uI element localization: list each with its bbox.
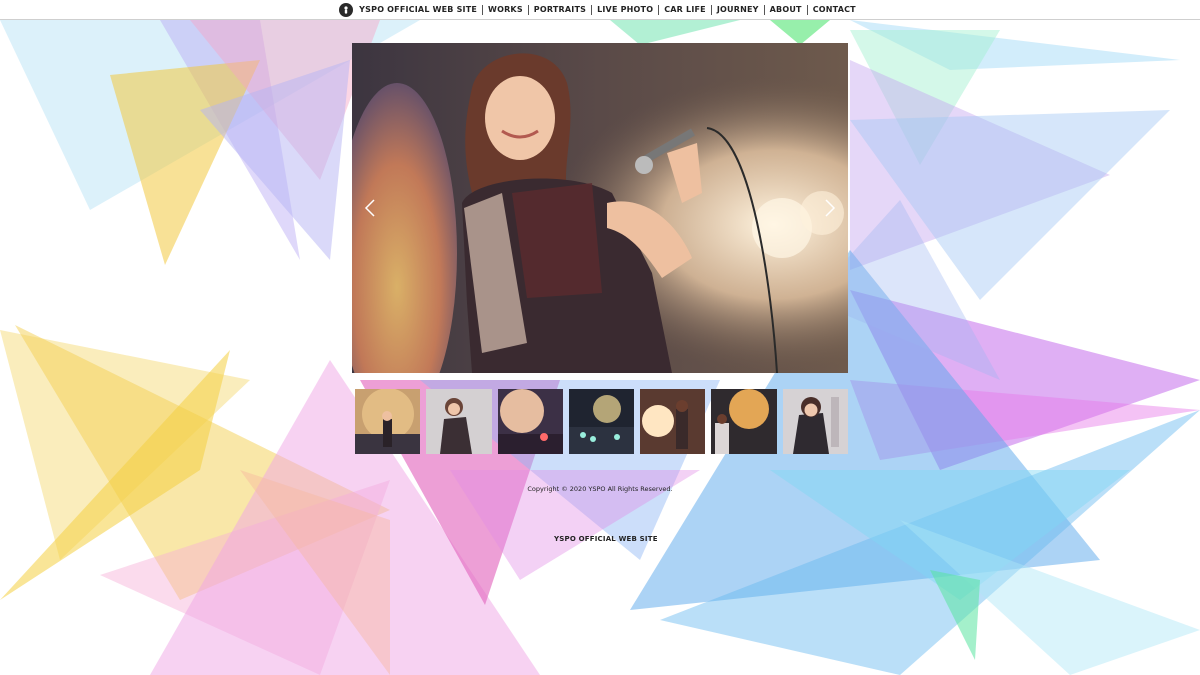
thumbnail-5[interactable] — [640, 389, 706, 454]
thumbnail-7[interactable] — [782, 389, 848, 454]
nav-item-car-life[interactable]: CAR LIFE — [658, 4, 711, 15]
copyright-text: Copyright © 2020 YSPO All Rights Reserve… — [527, 485, 673, 493]
nav-item-home[interactable]: YSPO OFFICIAL WEB SITE — [359, 5, 482, 15]
footer-site-title[interactable]: YSPO OFFICIAL WEB SITE — [554, 535, 658, 543]
thumbnail-3[interactable] — [497, 389, 563, 454]
chevron-left-icon[interactable] — [362, 198, 378, 218]
nav-item-about[interactable]: ABOUT — [763, 4, 807, 15]
nav-item-journey[interactable]: JOURNEY — [710, 4, 764, 15]
hero-photo — [352, 43, 848, 373]
top-navigation: YSPO OFFICIAL WEB SITE WORKS PORTRAITS L… — [0, 0, 1200, 20]
thumbnail-4[interactable] — [568, 389, 635, 454]
nav-bar: YSPO OFFICIAL WEB SITE WORKS PORTRAITS L… — [339, 2, 861, 17]
thumbnail-6[interactable] — [711, 389, 777, 454]
nav-item-works[interactable]: WORKS — [482, 4, 528, 15]
thumbnail-strip — [355, 389, 848, 454]
thumbnail-2[interactable] — [426, 389, 492, 454]
person-silhouette-icon[interactable] — [339, 2, 354, 17]
nav-item-portraits[interactable]: PORTRAITS — [527, 4, 591, 15]
thumbnail-1[interactable] — [355, 389, 421, 454]
nav-item-live-photo[interactable]: LIVE PHOTO — [591, 4, 658, 15]
nav-item-contact[interactable]: CONTACT — [806, 4, 861, 15]
chevron-right-icon[interactable] — [822, 198, 838, 218]
hero-slideshow[interactable] — [352, 43, 848, 373]
